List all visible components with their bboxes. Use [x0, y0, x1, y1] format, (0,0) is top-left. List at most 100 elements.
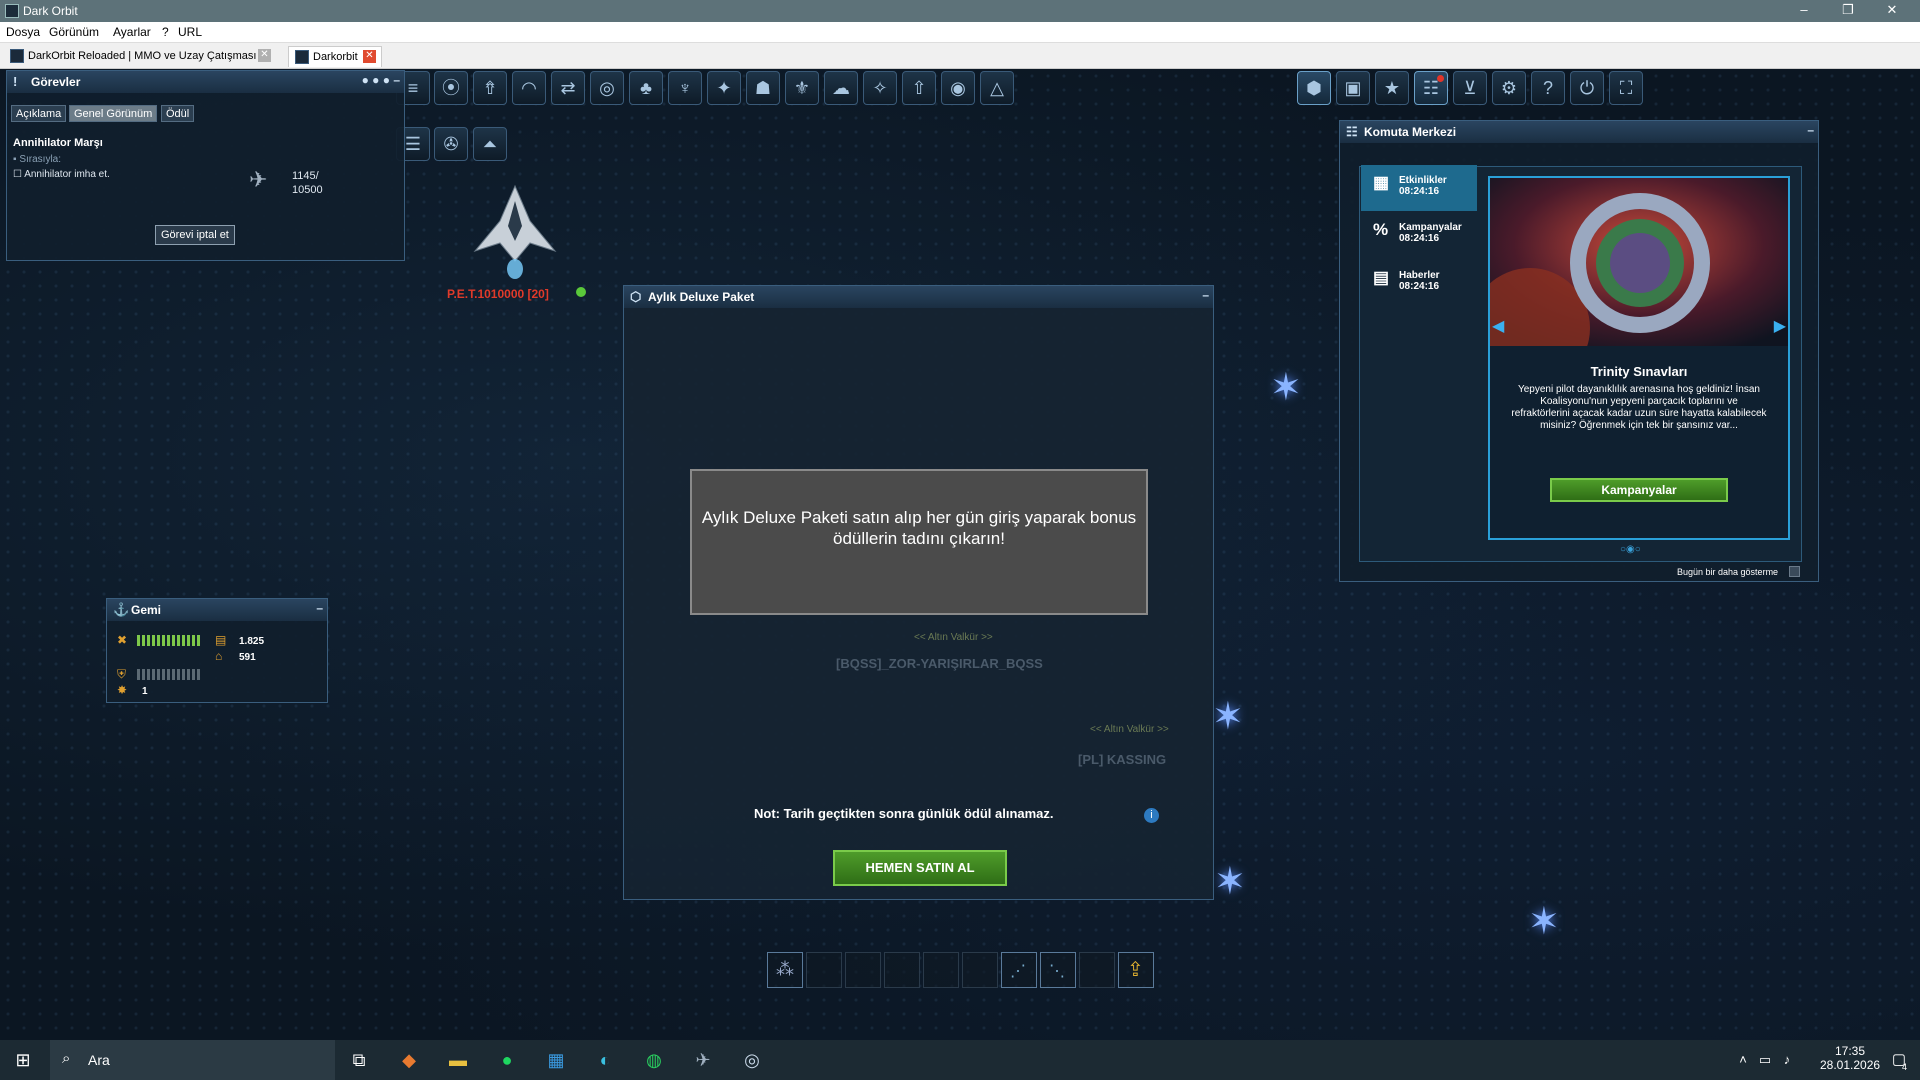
- tab-darkorbit-reloaded[interactable]: DarkOrbit Reloaded | MMO ve Uzay Çatışma…: [4, 46, 286, 67]
- tab-close-icon[interactable]: ✕: [363, 50, 376, 63]
- spotify-icon[interactable]: ●: [494, 1048, 520, 1072]
- action-slot[interactable]: ⋱: [1040, 952, 1076, 988]
- search-box[interactable]: ⌕ Ara: [50, 1040, 335, 1080]
- arrow-up-icon[interactable]: ⇧: [902, 71, 936, 105]
- minimize-icon[interactable]: –: [1202, 288, 1209, 302]
- dont-show-label: Bugün bir daha gösterme: [1677, 567, 1779, 577]
- tab-overview[interactable]: Genel Görünüm: [69, 105, 158, 122]
- value-3: 1: [142, 686, 148, 697]
- menu-settings[interactable]: Ayarlar: [113, 25, 151, 39]
- notifications-icon[interactable]: ▢: [1886, 1048, 1912, 1072]
- steam-icon[interactable]: ◎: [739, 1048, 765, 1072]
- wings-icon[interactable]: ⚜: [785, 71, 819, 105]
- clock[interactable]: 17:35 28.01.2026: [1820, 1044, 1880, 1072]
- tab-reward[interactable]: Ödül: [161, 105, 195, 122]
- tab-description[interactable]: Açıklama: [11, 105, 67, 122]
- star-icon[interactable]: ★: [1375, 71, 1409, 105]
- volume-icon[interactable]: ♪: [1774, 1048, 1800, 1072]
- deluxe-header[interactable]: ⬡ Aylık Deluxe Paket –: [624, 286, 1213, 308]
- menu-file[interactable]: Dosya: [6, 25, 40, 39]
- minimize-icon[interactable]: –: [1807, 123, 1814, 137]
- shield-icon: ⛨: [117, 667, 127, 681]
- tab-close-icon[interactable]: ✕: [258, 49, 271, 62]
- maximize-button[interactable]: ❐: [1826, 2, 1870, 20]
- bg-player-label-2: [PL] KASSING: [1078, 752, 1167, 767]
- next-arrow-icon[interactable]: ▶: [1774, 316, 1786, 336]
- menu-url[interactable]: URL: [178, 25, 202, 39]
- trophy-icon[interactable]: ♆: [668, 71, 702, 105]
- percent-icon: %: [1373, 220, 1389, 239]
- command-center-header[interactable]: ☷ Komuta Merkezi –: [1340, 121, 1818, 143]
- cc-item-events[interactable]: ▦ Etkinlikler 08:24:16: [1361, 165, 1477, 211]
- action-slot[interactable]: [962, 952, 998, 988]
- action-slot[interactable]: [1079, 952, 1115, 988]
- group-icon[interactable]: ♣: [629, 71, 663, 105]
- clan-icon[interactable]: ✦: [707, 71, 741, 105]
- file-explorer-icon[interactable]: ▬: [445, 1048, 471, 1072]
- menu-view[interactable]: Görünüm: [49, 25, 99, 39]
- list-icon[interactable]: ☷: [1414, 71, 1448, 105]
- helmet-icon[interactable]: ☗: [746, 71, 780, 105]
- action-slot[interactable]: [806, 952, 842, 988]
- missions-header[interactable]: ! Görevler ● ● ● –: [7, 71, 404, 93]
- ammo-icon: ⁂: [776, 959, 794, 979]
- menu-help[interactable]: ?: [162, 25, 169, 39]
- upgrade-icon[interactable]: ⇮: [473, 71, 507, 105]
- compass-icon[interactable]: ✇: [434, 127, 468, 161]
- speed-icon[interactable]: ◠: [512, 71, 546, 105]
- browser-app-icon[interactable]: ◆: [396, 1048, 422, 1072]
- map-pin-icon[interactable]: ⦿: [434, 71, 468, 105]
- upload-icon[interactable]: ⏶: [473, 127, 507, 161]
- action-slot[interactable]: [923, 952, 959, 988]
- alien-npc-icon[interactable]: ✶: [1528, 899, 1560, 944]
- cancel-mission-button[interactable]: Görevi iptal et: [155, 225, 235, 245]
- gear-icon[interactable]: ⚙: [1492, 71, 1526, 105]
- player-ship-icon[interactable]: [470, 181, 560, 281]
- action-slot[interactable]: [845, 952, 881, 988]
- minimize-button[interactable]: –: [1782, 2, 1826, 20]
- eye-icon[interactable]: ◉: [941, 71, 975, 105]
- edge-icon[interactable]: ◐: [592, 1048, 618, 1072]
- rank-value-icon: ⌂: [215, 649, 223, 663]
- minimize-icon[interactable]: ● ● ● –: [362, 73, 400, 87]
- tab-darkorbit[interactable]: Darkorbit ✕: [288, 46, 382, 67]
- drone-icon[interactable]: ☁: [824, 71, 858, 105]
- alien-npc-icon[interactable]: ✶: [1212, 694, 1244, 739]
- cart-icon[interactable]: ⊻: [1453, 71, 1487, 105]
- alien-npc-icon[interactable]: ✶: [1270, 365, 1302, 410]
- action-slot[interactable]: ⇪: [1118, 952, 1154, 988]
- cargo-icon: ▤: [215, 633, 227, 647]
- dont-show-checkbox[interactable]: [1789, 566, 1800, 577]
- cc-item-campaigns[interactable]: % Kampanyalar 08:24:16: [1361, 212, 1477, 258]
- task-view-icon[interactable]: ⧉: [346, 1048, 372, 1072]
- notification-count: 4: [1902, 1062, 1908, 1072]
- store-icon[interactable]: ▦: [543, 1048, 569, 1072]
- triangle-icon[interactable]: △: [980, 71, 1014, 105]
- power-icon[interactable]: ⏻: [1570, 71, 1604, 105]
- action-slot[interactable]: ⁂: [767, 952, 803, 988]
- help-icon[interactable]: ?: [1531, 71, 1565, 105]
- minimize-icon[interactable]: –: [316, 601, 323, 615]
- action-slot[interactable]: [884, 952, 920, 988]
- target-icon[interactable]: ◎: [590, 71, 624, 105]
- book-icon[interactable]: ▣: [1336, 71, 1370, 105]
- whatsapp-icon[interactable]: ◍: [641, 1048, 667, 1072]
- campaigns-button[interactable]: Kampanyalar: [1550, 478, 1728, 502]
- ship-header[interactable]: ⚓ Gemi –: [107, 599, 327, 621]
- prev-arrow-icon[interactable]: ◀: [1492, 316, 1504, 336]
- action-slot[interactable]: ⋰: [1001, 952, 1037, 988]
- buy-now-button[interactable]: HEMEN SATIN AL: [833, 850, 1007, 886]
- windows-start-icon[interactable]: ⊞: [10, 1048, 36, 1072]
- darkorbit-app-icon[interactable]: ✈: [690, 1048, 716, 1072]
- trade-icon[interactable]: ⇄: [551, 71, 585, 105]
- cc-item-news[interactable]: ▤ Haberler 08:24:16: [1361, 260, 1477, 306]
- cube-icon[interactable]: ⬢: [1297, 71, 1331, 105]
- info-icon[interactable]: i: [1144, 808, 1159, 823]
- darkorbit-favicon: [10, 49, 24, 63]
- carousel-dots[interactable]: ○◉○: [1620, 544, 1641, 555]
- fullscreen-icon[interactable]: ⛶: [1609, 71, 1643, 105]
- close-button[interactable]: ✕: [1870, 2, 1914, 20]
- rank-icon[interactable]: ✧: [863, 71, 897, 105]
- alien-npc-icon[interactable]: ✶: [1214, 859, 1246, 904]
- deluxe-title: Aylık Deluxe Paket: [648, 290, 755, 304]
